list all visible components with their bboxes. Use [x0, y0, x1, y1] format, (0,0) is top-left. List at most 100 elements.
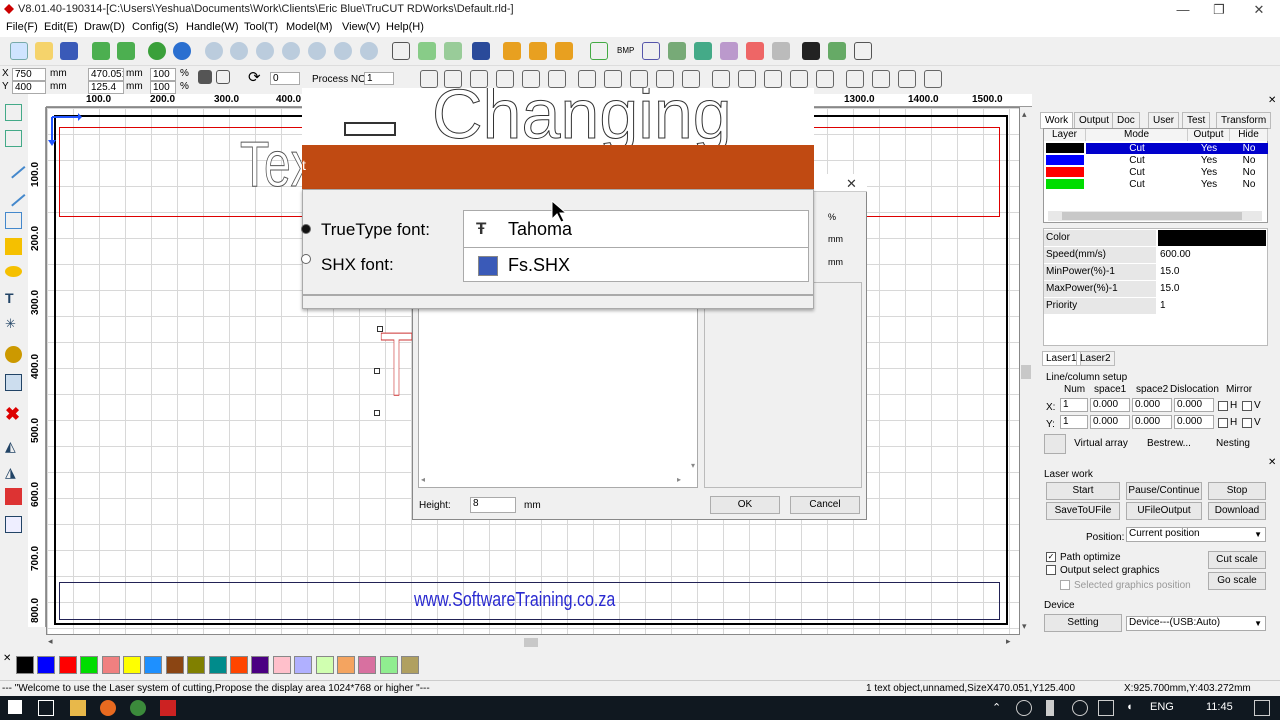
lock-ratio-icon[interactable] [216, 70, 230, 84]
prop-value[interactable]: 15.0 [1158, 264, 1179, 280]
move-bottom-icon[interactable] [924, 70, 942, 88]
tab-doc[interactable]: Doc [1112, 112, 1140, 129]
zoom-fit-icon[interactable] [282, 42, 300, 60]
ufile-output-button[interactable]: UFileOutput [1126, 502, 1202, 520]
align-right-icon[interactable] [444, 70, 462, 88]
move-ll-icon[interactable] [764, 70, 782, 88]
palette-swatch[interactable] [358, 656, 377, 674]
canvas-vscrollbar[interactable]: ▴ ▾ [1020, 107, 1032, 635]
point-tool-icon[interactable]: ✳ [5, 316, 22, 333]
hscroll-thumb[interactable] [524, 638, 538, 647]
scale-y-input[interactable]: 100 [150, 81, 176, 94]
dialog-close-button[interactable]: ✕ [846, 176, 857, 192]
curve-tool-icon[interactable] [5, 212, 22, 229]
prop-row[interactable]: Speed(mm/s) 600.00 [1044, 247, 1269, 263]
palette-swatch[interactable] [208, 656, 227, 674]
tab-laser1[interactable]: Laser1 [1042, 351, 1081, 366]
move-left-icon[interactable] [846, 70, 864, 88]
mirror-x-v-checkbox[interactable] [1242, 401, 1252, 411]
bmp-icon[interactable]: BMP [616, 42, 634, 60]
menu-file[interactable]: File(F) [6, 21, 38, 33]
move-right-icon[interactable] [872, 70, 890, 88]
y-input[interactable]: 400 [12, 81, 46, 94]
right-panel-close-icon[interactable]: ✕ [1268, 95, 1276, 106]
menu-handle[interactable]: Handle(W) [186, 21, 239, 33]
select-tool-icon[interactable] [5, 104, 22, 121]
prop-value[interactable]: 600.00 [1158, 247, 1191, 263]
move-ur-icon[interactable] [738, 70, 756, 88]
rectangle-tool-icon[interactable] [5, 238, 22, 255]
array-y-space1[interactable]: 0.000 [1090, 415, 1130, 429]
move-lr-icon[interactable] [790, 70, 808, 88]
align-vcenter-icon[interactable] [548, 70, 566, 88]
text-tool-icon[interactable]: T [5, 290, 22, 307]
start-button[interactable]: Start [1046, 482, 1120, 500]
palette-swatch[interactable] [379, 656, 398, 674]
notifications-icon[interactable] [1254, 700, 1270, 716]
frame-icon[interactable] [392, 42, 410, 60]
x-input[interactable]: 750 [12, 68, 46, 81]
textarea-scroll-left-icon[interactable]: ◂ [421, 475, 425, 484]
palette-swatch[interactable] [187, 656, 206, 674]
array-tool-icon[interactable] [5, 516, 22, 533]
menu-edit[interactable]: Edit(E) [44, 21, 78, 33]
color-value-swatch[interactable] [1158, 230, 1266, 246]
tab-user[interactable]: User [1148, 112, 1180, 129]
center-icon[interactable] [682, 70, 700, 88]
shx-font-select[interactable]: Fs.SHX [463, 248, 809, 282]
redo-icon[interactable] [173, 42, 191, 60]
mirror-x-h-checkbox[interactable] [1218, 401, 1228, 411]
output-select-checkbox[interactable] [1046, 565, 1056, 575]
selected-position-checkbox[interactable] [1060, 580, 1070, 590]
size-icon[interactable] [694, 42, 712, 60]
mirror-v-icon[interactable]: ◮ [5, 464, 22, 481]
mirror-h-icon[interactable]: ◭ [5, 438, 22, 455]
menu-draw[interactable]: Draw(D) [84, 21, 125, 33]
tray-battery-icon[interactable] [1046, 700, 1054, 716]
layer-row[interactable]: Cut Yes No [1044, 179, 1269, 190]
stop-button[interactable]: Stop [1208, 482, 1266, 500]
menu-model[interactable]: Model(M) [286, 21, 332, 33]
array-x-num[interactable]: 1 [1060, 398, 1088, 412]
new-file-icon[interactable] [10, 42, 28, 60]
prop-row[interactable]: Priority 1 [1044, 298, 1269, 314]
mirror-y-v-checkbox[interactable] [1242, 418, 1252, 428]
tray-app-icon[interactable] [1016, 700, 1032, 716]
zoom-all-icon[interactable] [360, 42, 378, 60]
maximize-button[interactable]: ❐ [1200, 0, 1238, 20]
array-icon[interactable] [503, 42, 521, 60]
same-height-icon[interactable] [604, 70, 622, 88]
wand-icon[interactable] [828, 42, 846, 60]
zoom-icon[interactable] [205, 42, 223, 60]
smooth-icon[interactable] [590, 42, 608, 60]
position-select[interactable]: Current position ▼ [1126, 527, 1266, 542]
break-icon[interactable] [555, 42, 573, 60]
go-scale-button[interactable]: Go scale [1208, 572, 1266, 590]
palette-swatch[interactable] [16, 656, 34, 674]
tray-dropbox-icon[interactable] [1072, 700, 1088, 716]
scroll-right-icon[interactable]: ▸ [1006, 636, 1011, 647]
ok-button[interactable]: OK [710, 496, 780, 514]
palette-swatch[interactable] [165, 656, 184, 674]
zoom-out-icon[interactable] [256, 42, 274, 60]
truetype-radio[interactable] [301, 224, 311, 234]
page-icon[interactable] [772, 42, 790, 60]
textarea-scroll-down-icon[interactable]: ▾ [691, 461, 695, 470]
node-edit-tool-icon[interactable] [5, 130, 22, 147]
palette-swatch[interactable] [58, 656, 77, 674]
rdworks-taskbar-icon[interactable] [160, 700, 176, 716]
tab-transform[interactable]: Transform [1216, 112, 1272, 129]
image-tool-icon[interactable] [5, 346, 22, 363]
mirror-y-h-checkbox[interactable] [1218, 418, 1228, 428]
palette-clear-icon[interactable]: ✕ [3, 653, 11, 664]
textarea-scroll-right-icon[interactable]: ▸ [677, 475, 681, 484]
tree-icon[interactable] [668, 42, 686, 60]
shx-radio[interactable] [301, 254, 311, 264]
tray-clock[interactable]: 11:45 [1206, 701, 1233, 713]
text-input-area[interactable]: ◂ ▸ ▾ [418, 300, 698, 488]
menu-config[interactable]: Config(S) [132, 21, 178, 33]
align-top-icon[interactable] [470, 70, 488, 88]
palette-swatch[interactable] [401, 656, 420, 674]
polyline-tool-icon[interactable] [1, 182, 26, 207]
tab-test[interactable]: Test [1182, 112, 1211, 129]
